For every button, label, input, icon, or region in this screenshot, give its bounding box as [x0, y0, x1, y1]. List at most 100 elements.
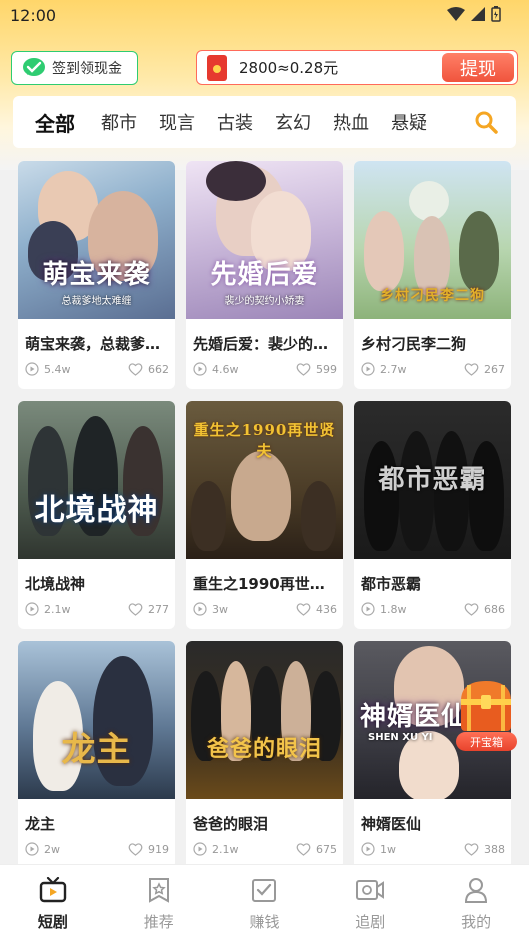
nav-label: 我的 [461, 913, 492, 931]
search-icon [475, 111, 498, 134]
view-count: 5.4w [25, 362, 71, 376]
nav-label: 赚钱 [249, 913, 280, 931]
play-circle-icon [361, 362, 375, 376]
drama-card[interactable]: 重生之1990再世贤夫 重生之1990再世贤夫 3w 436 [186, 401, 343, 629]
drama-meta: 1.8w 686 [361, 602, 505, 618]
treasure-chest-icon [461, 681, 511, 731]
play-circle-icon [361, 842, 375, 856]
signin-label: 签到领现金 [52, 61, 122, 77]
drama-meta: 4.6w 599 [193, 362, 337, 378]
drama-title: 乡村刁民李二狗 [361, 335, 467, 353]
drama-card[interactable]: 爸爸的眼泪 爸爸的眼泪 2.1w 675 [186, 641, 343, 869]
tab-costume[interactable]: 古装 [217, 109, 253, 135]
drama-card[interactable]: 乡村刁民李二狗 乡村刁民李二狗 2.7w 267 [354, 161, 511, 389]
views-text: 1w [380, 842, 396, 856]
tab-modern-romance[interactable]: 现言 [159, 109, 195, 135]
drama-title: 神婿医仙 [361, 815, 422, 833]
drama-grid: 萌宝来袭 总裁爹地太难缠 萌宝来袭，总裁爹地太难缠 5.4w 662 [18, 161, 512, 869]
withdraw-button[interactable]: 提现 [442, 53, 514, 82]
drama-title: 爸爸的眼泪 [193, 815, 269, 833]
likes-text: 388 [484, 842, 505, 856]
red-packet-icon [207, 54, 227, 81]
treasure-label: 开宝箱 [456, 732, 517, 751]
nav-item-shortdrama[interactable]: 短剧 [0, 865, 106, 940]
like-count: 277 [128, 602, 169, 616]
like-count: 599 [296, 362, 337, 376]
check-bag-icon [252, 879, 277, 902]
drama-title: 先婚后爱：裴少的契约小娇妻 [193, 335, 339, 353]
poster-title: 萌宝来袭 [42, 260, 151, 290]
nav-item-recommend[interactable]: 推荐 [106, 865, 212, 940]
drama-poster: 重生之1990再世贤夫 [186, 401, 343, 559]
drama-card[interactable]: 神婿医仙 SHEN XU YI 神婿医仙 1w 388 [354, 641, 511, 869]
like-count: 388 [464, 842, 505, 856]
drama-title: 都市恶霸 [361, 575, 422, 593]
drama-card[interactable]: 龙主 龙主 2w 919 [18, 641, 175, 869]
play-circle-icon [361, 602, 375, 616]
like-icon [128, 363, 143, 376]
drama-poster: 都市恶霸 [354, 401, 511, 559]
like-count: 662 [128, 362, 169, 376]
like-icon [128, 843, 143, 856]
like-count: 436 [296, 602, 337, 616]
play-circle-icon [25, 362, 39, 376]
drama-poster: 龙主 [18, 641, 175, 799]
nav-item-following[interactable]: 追剧 [317, 865, 423, 940]
battery-icon [491, 6, 501, 22]
poster-title: 乡村刁民李二狗 [380, 288, 485, 304]
signal-icon [471, 7, 485, 21]
app-root: 12:00 签到领现金 2800≈0.28元 提现 全部 都市 现言 古装 玄幻… [0, 0, 529, 940]
view-count: 2.7w [361, 362, 407, 376]
likes-text: 277 [148, 602, 169, 616]
like-count: 675 [296, 842, 337, 856]
tab-all[interactable]: 全部 [35, 108, 75, 137]
view-count: 2.1w [193, 842, 239, 856]
poster-title: 龙主 [61, 730, 132, 770]
play-circle-icon [193, 362, 207, 376]
like-icon [296, 603, 311, 616]
drama-poster: 爸爸的眼泪 [186, 641, 343, 799]
nav-label: 追剧 [355, 913, 386, 931]
drama-title: 龙主 [25, 815, 56, 833]
tab-suspense[interactable]: 悬疑 [391, 109, 427, 135]
like-icon [128, 603, 143, 616]
user-icon [465, 878, 488, 903]
drama-card[interactable]: 都市恶霸 都市恶霸 1.8w 686 [354, 401, 511, 629]
view-count: 1.8w [361, 602, 407, 616]
drama-poster: 北境战神 [18, 401, 175, 559]
drama-poster: 萌宝来袭 总裁爹地太难缠 [18, 161, 175, 319]
status-time: 12:00 [10, 6, 57, 25]
nav-item-earn[interactable]: 赚钱 [212, 865, 318, 940]
status-icons [447, 6, 501, 22]
tab-urban[interactable]: 都市 [101, 109, 137, 135]
likes-text: 675 [316, 842, 337, 856]
play-circle-icon [193, 842, 207, 856]
drama-card[interactable]: 先婚后爱 裴少的契约小娇妻 先婚后爱：裴少的契约小娇妻 4.6w 599 [186, 161, 343, 389]
like-count: 919 [128, 842, 169, 856]
drama-card[interactable]: 北境战神 北境战神 2.1w 277 [18, 401, 175, 629]
view-count: 3w [193, 602, 228, 616]
like-count: 686 [464, 602, 505, 616]
signin-cash-button[interactable]: 签到领现金 [11, 51, 138, 85]
drama-meta: 1w 388 [361, 842, 505, 858]
drama-card[interactable]: 萌宝来袭 总裁爹地太难缠 萌宝来袭，总裁爹地太难缠 5.4w 662 [18, 161, 175, 389]
nav-item-profile[interactable]: 我的 [423, 865, 529, 940]
views-text: 3w [212, 602, 228, 616]
views-text: 5.4w [44, 362, 71, 376]
drama-meta: 2.1w 675 [193, 842, 337, 858]
likes-text: 267 [484, 362, 505, 376]
view-count: 1w [361, 842, 396, 856]
search-button[interactable] [474, 110, 498, 138]
drama-meta: 2.7w 267 [361, 362, 505, 378]
play-circle-icon [193, 602, 207, 616]
tab-action[interactable]: 热血 [333, 109, 369, 135]
poster-title: 重生之1990再世贤夫 [193, 421, 336, 460]
status-bar: 12:00 [0, 0, 529, 32]
views-text: 1.8w [380, 602, 407, 616]
poster-title: 北境战神 [34, 493, 159, 528]
treasure-chest-button[interactable]: 开宝箱 [455, 677, 519, 751]
star-bookmark-icon [148, 878, 169, 903]
tab-fantasy[interactable]: 玄幻 [275, 109, 311, 135]
likes-text: 599 [316, 362, 337, 376]
drama-meta: 2.1w 277 [25, 602, 169, 618]
